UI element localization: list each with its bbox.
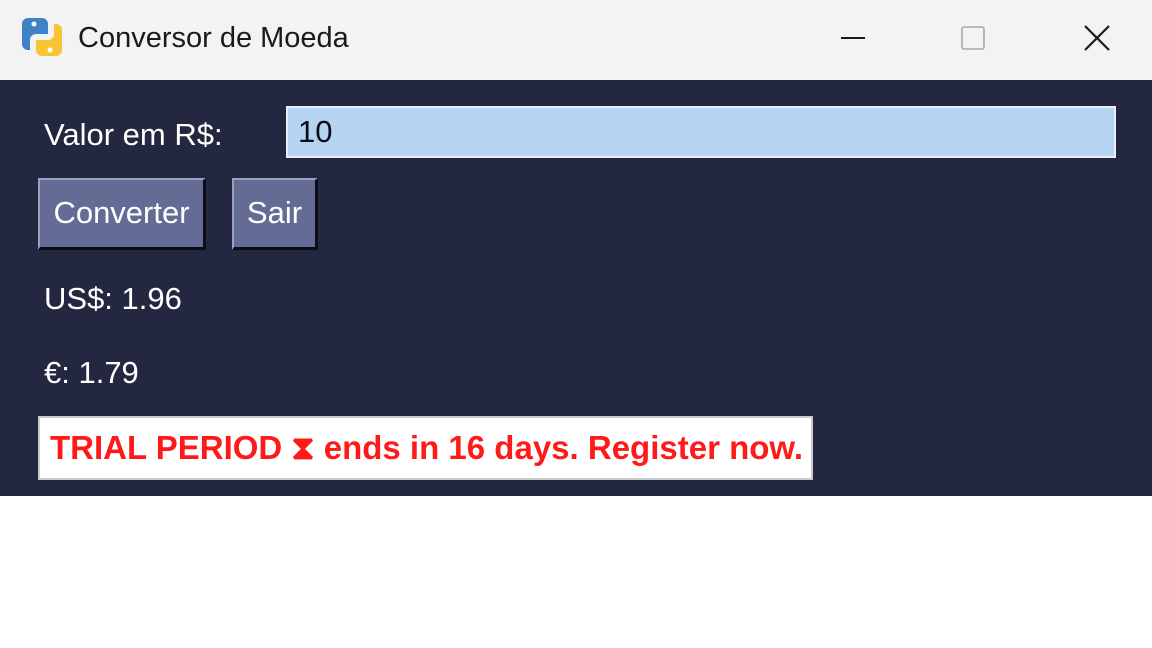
valor-label: Valor em R$: xyxy=(44,117,223,152)
window-title: Conversor de Moeda xyxy=(78,22,349,54)
python-logo-icon xyxy=(22,18,62,56)
minimize-icon xyxy=(841,37,865,39)
eur-result: €: 1.79 xyxy=(44,355,139,390)
close-button[interactable] xyxy=(1062,8,1132,68)
title-bar[interactable]: Conversor de Moeda xyxy=(0,0,1152,80)
content-area: Valor em R$: Converter Sair US$: 1.96 €:… xyxy=(0,80,1152,496)
usd-result: US$: 1.96 xyxy=(44,281,182,316)
minimize-button[interactable] xyxy=(818,8,888,68)
convert-button[interactable]: Converter xyxy=(38,178,206,250)
exit-button[interactable]: Sair xyxy=(232,178,318,250)
valor-input[interactable] xyxy=(286,106,1116,158)
maximize-icon xyxy=(961,26,985,50)
close-icon xyxy=(1084,25,1110,51)
app-window: Conversor de Moeda Valor em R$: Converte… xyxy=(0,0,1152,496)
maximize-button[interactable] xyxy=(938,8,1008,68)
trial-banner[interactable]: TRIAL PERIOD ⧗ ends in 16 days. Register… xyxy=(38,416,814,480)
